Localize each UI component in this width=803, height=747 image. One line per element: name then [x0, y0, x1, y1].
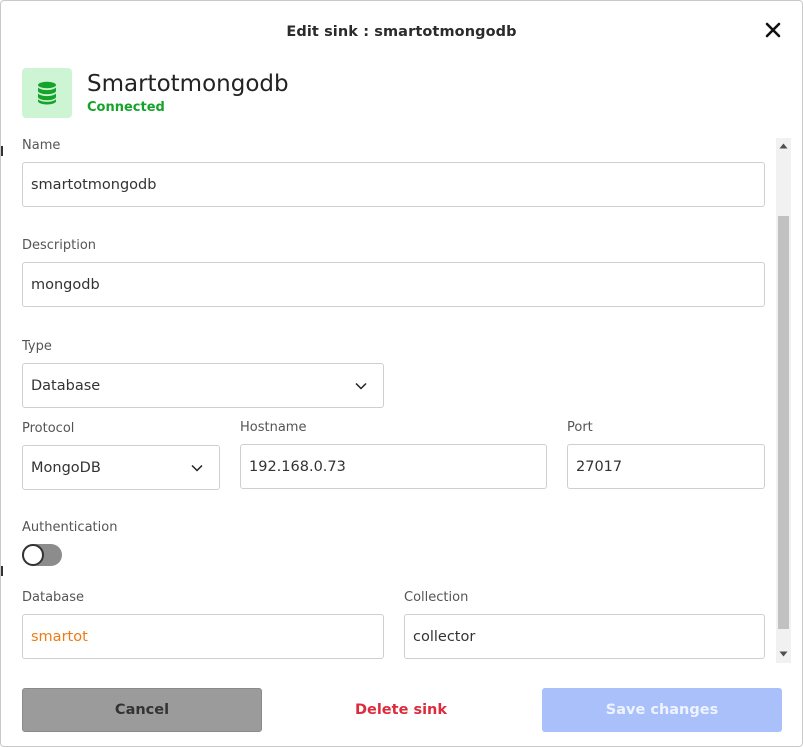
dialog-title: Edit sink : smartotmongodb	[286, 24, 517, 40]
database-label: Database	[22, 590, 85, 605]
close-icon[interactable]	[763, 20, 783, 40]
description-input[interactable]: mongodb	[22, 262, 765, 307]
sink-name-heading: Smartotmongodb	[87, 71, 289, 97]
collection-input[interactable]: collector	[404, 614, 765, 659]
hostname-label: Hostname	[240, 420, 307, 435]
protocol-select[interactable]: MongoDB	[22, 445, 220, 490]
edge-marker	[1, 146, 3, 156]
port-value: 27017	[576, 458, 623, 475]
database-icon	[22, 68, 72, 118]
cancel-button[interactable]: Cancel	[22, 688, 262, 732]
connection-status: Connected	[87, 100, 165, 115]
name-input[interactable]: smartotmongodb	[22, 162, 765, 207]
protocol-label: Protocol	[22, 421, 75, 436]
authentication-toggle[interactable]	[22, 544, 62, 566]
toggle-knob	[22, 544, 44, 566]
chevron-down-icon	[191, 464, 203, 472]
port-input[interactable]: 27017	[567, 444, 765, 489]
protocol-value: MongoDB	[31, 459, 101, 476]
type-label: Type	[22, 339, 52, 354]
edge-marker	[1, 566, 3, 576]
scroll-up-icon[interactable]	[779, 143, 788, 149]
scroll-down-icon[interactable]	[779, 651, 788, 657]
port-label: Port	[567, 420, 593, 435]
save-changes-button[interactable]: Save changes	[542, 688, 782, 732]
authentication-label: Authentication	[22, 520, 118, 535]
database-input[interactable]: smartot	[22, 614, 384, 659]
hostname-input[interactable]: 192.168.0.73	[240, 444, 547, 489]
edit-sink-dialog: Edit sink : smartotmongodb Smartotmongod…	[0, 0, 803, 747]
delete-sink-button[interactable]: Delete sink	[301, 688, 501, 732]
type-value: Database	[31, 377, 101, 394]
chevron-down-icon	[355, 382, 367, 390]
description-value: mongodb	[31, 276, 100, 293]
name-label: Name	[22, 138, 61, 153]
collection-value: collector	[413, 628, 476, 645]
description-label: Description	[22, 238, 97, 253]
scrollbar-thumb[interactable]	[778, 216, 789, 629]
collection-label: Collection	[404, 590, 469, 605]
type-select[interactable]: Database	[22, 363, 384, 408]
database-value: smartot	[31, 628, 88, 645]
name-value: smartotmongodb	[31, 176, 157, 193]
hostname-value: 192.168.0.73	[249, 458, 346, 475]
